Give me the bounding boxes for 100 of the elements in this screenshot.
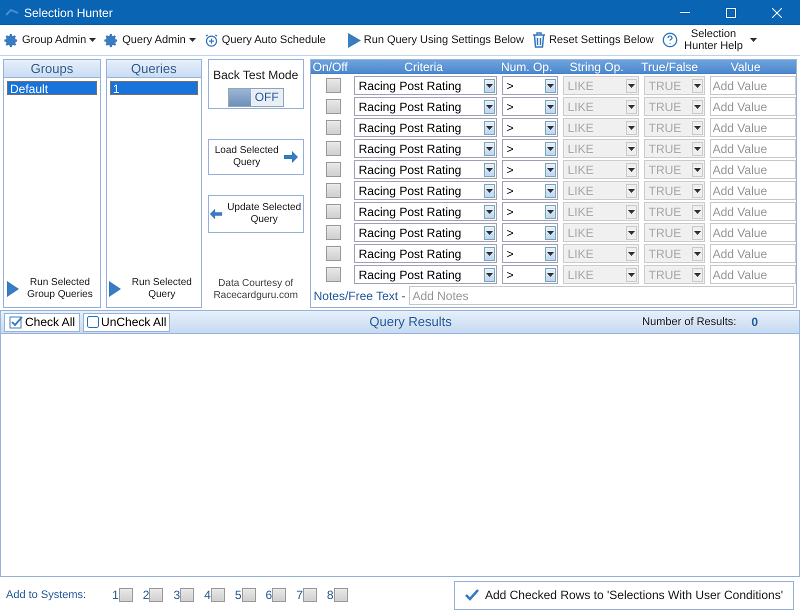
caret-icon bbox=[628, 168, 635, 172]
value-field[interactable]: Add Value bbox=[710, 118, 796, 137]
caret-icon bbox=[694, 210, 701, 214]
checkbox[interactable] bbox=[326, 267, 342, 282]
dropdown[interactable]: Racing Post Rating bbox=[354, 202, 497, 221]
caret-icon bbox=[546, 84, 554, 88]
caret-icon bbox=[546, 168, 554, 172]
dropdown[interactable]: > bbox=[502, 265, 558, 284]
list-item[interactable]: 1 bbox=[110, 81, 198, 95]
caret-icon bbox=[628, 188, 635, 192]
caret-icon bbox=[546, 188, 554, 192]
checkbox[interactable] bbox=[118, 588, 133, 602]
toggle-switch[interactable]: OFF bbox=[228, 88, 284, 107]
dropdown[interactable]: Racing Post Rating bbox=[354, 265, 497, 284]
help-icon bbox=[662, 32, 678, 48]
checkbox[interactable] bbox=[242, 588, 256, 602]
dropdown[interactable]: > bbox=[502, 118, 558, 137]
panel-header: Groups bbox=[4, 60, 100, 78]
system-number: 3 bbox=[173, 587, 180, 604]
dropdown[interactable]: Racing Post Rating bbox=[354, 181, 497, 200]
checkbox[interactable] bbox=[302, 588, 317, 602]
dropdown[interactable]: Racing Post Rating bbox=[354, 244, 497, 263]
toolbar-button[interactable]: Run Query Using Settings Below bbox=[348, 32, 524, 48]
value-field[interactable]: Add Value bbox=[710, 202, 796, 221]
system-number: 5 bbox=[234, 587, 242, 604]
run-button[interactable]: Run Selected Group Queries bbox=[6, 277, 97, 301]
dropdown[interactable]: Racing Post Rating bbox=[354, 118, 497, 137]
dropdown[interactable]: > bbox=[502, 202, 558, 221]
value-field[interactable]: Add Value bbox=[710, 181, 796, 200]
dropdown[interactable]: > bbox=[502, 139, 558, 158]
checkbox[interactable] bbox=[272, 588, 286, 602]
value-field[interactable]: Add Value bbox=[710, 139, 796, 158]
caret-icon bbox=[628, 146, 635, 150]
dropdown[interactable]: Racing Post Rating bbox=[354, 97, 497, 116]
checkbox[interactable] bbox=[326, 120, 342, 135]
toolbar-button[interactable]: Group Admin bbox=[4, 32, 96, 48]
dropdown[interactable]: > bbox=[502, 181, 558, 200]
caret-icon bbox=[486, 188, 493, 192]
credit-text: Data Courtesy of Racecardguru.com bbox=[212, 278, 299, 302]
value-field[interactable]: Add Value bbox=[710, 76, 796, 95]
update-query-button[interactable]: Update Selected Query bbox=[208, 195, 304, 233]
checkbox[interactable] bbox=[149, 588, 164, 602]
uncheck-all-button[interactable]: UnCheck All bbox=[83, 312, 170, 332]
value-field[interactable]: Add Value bbox=[710, 97, 796, 116]
caret-icon bbox=[694, 188, 701, 192]
notes-field[interactable]: Add Notes bbox=[409, 286, 794, 305]
caret-icon bbox=[486, 84, 493, 88]
dropdown[interactable]: > bbox=[502, 244, 558, 263]
results-count: 0 bbox=[751, 314, 758, 331]
checked-box-icon bbox=[9, 315, 23, 329]
results-title: Query Results bbox=[369, 313, 452, 332]
system-number: 2 bbox=[142, 587, 150, 604]
toolbar-button[interactable]: Selection Hunter Help bbox=[662, 28, 757, 52]
checkbox[interactable] bbox=[326, 225, 342, 240]
check-all-button[interactable]: Check All bbox=[4, 312, 80, 332]
dropdown[interactable]: > bbox=[502, 97, 558, 116]
dropdown[interactable]: Racing Post Rating bbox=[354, 223, 497, 242]
dropdown[interactable]: > bbox=[502, 223, 558, 242]
toolbar-button[interactable]: Reset Settings Below bbox=[532, 32, 654, 48]
checkbox[interactable] bbox=[326, 204, 342, 219]
value-field[interactable]: Add Value bbox=[710, 244, 796, 263]
results-count-label: Number of Results: bbox=[642, 314, 736, 330]
dropdown[interactable]: Racing Post Rating bbox=[354, 160, 497, 179]
dropdown[interactable]: > bbox=[502, 160, 558, 179]
value-field[interactable]: Add Value bbox=[710, 265, 796, 284]
checkbox[interactable] bbox=[326, 141, 342, 156]
toolbar-button[interactable]: Query Admin bbox=[104, 32, 196, 48]
window-title: Selection Hunter bbox=[24, 4, 113, 22]
add-rows-button[interactable]: Add Checked Rows to 'Selections With User Conditions' bbox=[454, 580, 794, 610]
dropdown[interactable]: > bbox=[502, 76, 558, 95]
value-field[interactable]: Add Value bbox=[710, 223, 796, 242]
gear-icon bbox=[4, 32, 19, 48]
caret-icon bbox=[486, 252, 493, 256]
system-number: 7 bbox=[296, 587, 303, 604]
load-query-button[interactable]: Load Selected Query bbox=[208, 139, 304, 175]
checkbox[interactable] bbox=[180, 588, 194, 602]
checkbox[interactable] bbox=[326, 183, 342, 198]
column-header: On/Off bbox=[312, 60, 349, 74]
checkbox[interactable] bbox=[326, 246, 342, 261]
caret-icon bbox=[694, 168, 701, 172]
caret-icon bbox=[546, 126, 554, 130]
checkbox[interactable] bbox=[326, 162, 342, 177]
trash-icon bbox=[532, 32, 546, 48]
dropdown[interactable]: Racing Post Rating bbox=[354, 139, 497, 158]
checkbox[interactable] bbox=[210, 588, 225, 602]
run-button[interactable]: Run Selected Query bbox=[108, 277, 199, 301]
list-item[interactable]: Default bbox=[7, 81, 97, 95]
checkbox[interactable] bbox=[326, 78, 342, 93]
checkbox[interactable] bbox=[334, 588, 348, 602]
checkbox[interactable] bbox=[326, 99, 342, 114]
toolbar-button[interactable]: Query Auto Schedule bbox=[204, 32, 326, 48]
caret-icon bbox=[628, 210, 635, 214]
caret-icon bbox=[694, 104, 701, 108]
system-number: 8 bbox=[326, 587, 334, 604]
column-header: String Op. bbox=[568, 60, 625, 74]
dropdown[interactable]: Racing Post Rating bbox=[354, 76, 497, 95]
column-header: Num. Op. bbox=[500, 60, 554, 74]
play-icon bbox=[6, 281, 19, 297]
maximize-icon bbox=[726, 8, 736, 18]
value-field[interactable]: Add Value bbox=[710, 160, 796, 179]
